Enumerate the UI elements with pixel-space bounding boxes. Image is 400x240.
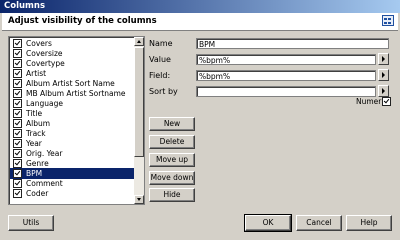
list-scrollbar[interactable] <box>134 37 144 204</box>
columns-dialog: Columns Adjust visibility of the columns… <box>0 0 400 240</box>
hide-button[interactable]: Hide <box>149 188 195 202</box>
column-checkbox[interactable] <box>13 59 22 68</box>
column-label: Coder <box>26 189 49 198</box>
utils-button[interactable]: Utils <box>8 215 54 231</box>
column-checkbox[interactable] <box>13 79 22 88</box>
dialog-header: Adjust visibility of the columns <box>2 13 398 31</box>
delete-button[interactable]: Delete <box>149 135 195 149</box>
column-checkbox[interactable] <box>13 39 22 48</box>
column-list[interactable]: Covers Coversize Covertype Artist Album … <box>8 36 145 205</box>
window-title: Columns <box>4 1 46 11</box>
new-button[interactable]: New <box>149 117 195 131</box>
header-title: Adjust visibility of the columns <box>8 16 157 26</box>
scroll-thumb[interactable] <box>134 47 144 157</box>
name-label: Name <box>149 39 173 48</box>
scroll-up-arrow-icon[interactable] <box>134 37 144 46</box>
value-input[interactable]: %bpm% <box>196 54 376 65</box>
column-checkbox[interactable] <box>13 49 22 58</box>
cancel-button[interactable]: Cancel <box>296 215 342 231</box>
field-label: Field: <box>149 71 171 80</box>
field-input[interactable]: %bpm% <box>196 70 376 81</box>
ok-button[interactable]: OK <box>244 214 292 232</box>
field-arrow-button[interactable] <box>378 69 389 81</box>
value-arrow-button[interactable] <box>378 53 389 65</box>
help-button[interactable]: Help <box>346 215 392 231</box>
column-checkbox[interactable] <box>13 169 22 178</box>
title-bar: Columns <box>0 0 400 13</box>
move-up-button[interactable]: Move up <box>149 153 195 167</box>
list-item[interactable]: Coder <box>10 188 134 199</box>
column-checkbox[interactable] <box>13 149 22 158</box>
column-checkbox[interactable] <box>13 119 22 128</box>
sortby-arrow-button[interactable] <box>378 85 389 97</box>
column-checkbox[interactable] <box>13 89 22 98</box>
column-checkbox[interactable] <box>13 99 22 108</box>
sortby-input[interactable] <box>196 86 376 97</box>
name-input[interactable]: BPM <box>196 38 389 49</box>
column-checkbox[interactable] <box>13 139 22 148</box>
value-label: Value <box>149 55 171 64</box>
move-down-button[interactable]: Move down <box>149 171 195 185</box>
sortby-label: Sort by <box>149 87 178 96</box>
columns-grid-icon <box>382 15 394 26</box>
column-checkbox[interactable] <box>13 179 22 188</box>
numeric-checkbox[interactable] <box>382 97 391 106</box>
scroll-down-arrow-icon[interactable] <box>134 195 144 204</box>
column-checkbox[interactable] <box>13 129 22 138</box>
column-checkbox[interactable] <box>13 69 22 78</box>
column-checkbox[interactable] <box>13 189 22 198</box>
column-checkbox[interactable] <box>13 109 22 118</box>
column-checkbox[interactable] <box>13 159 22 168</box>
